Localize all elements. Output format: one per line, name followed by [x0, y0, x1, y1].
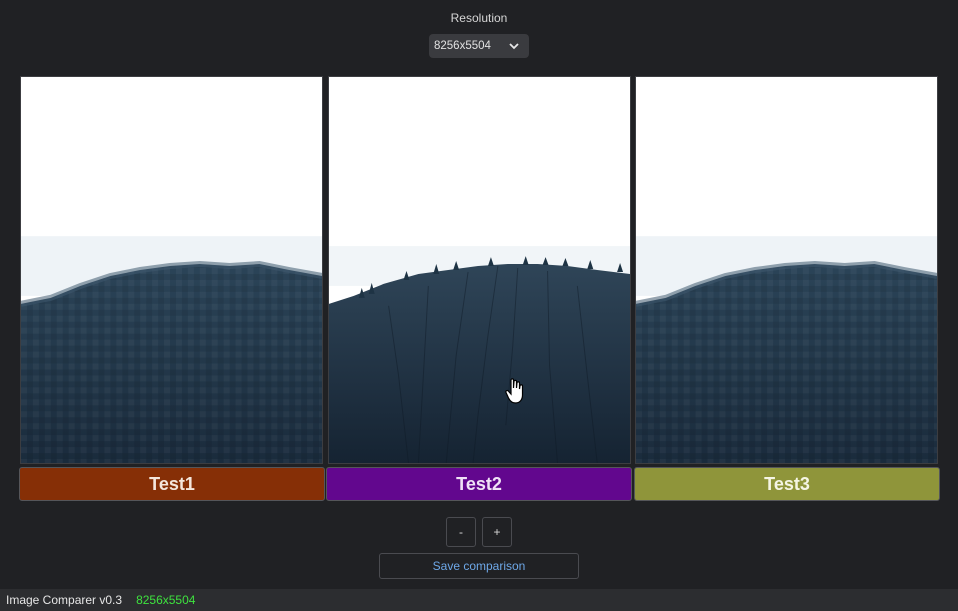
image-comparer-app: Resolution 8256x5504 Test1 Test2 Test3 -… [0, 0, 958, 611]
panel-label-test1[interactable]: Test1 [19, 467, 325, 501]
resolution-select-value: 8256x5504 [434, 40, 491, 52]
zoom-out-button[interactable]: - [446, 517, 476, 547]
mountain-image-pixelated [636, 77, 937, 463]
resolution-label: Resolution [450, 11, 508, 25]
image-panel-test1[interactable] [20, 76, 323, 464]
panel-label-test3[interactable]: Test3 [634, 467, 940, 501]
mountain-image-pixelated [21, 77, 322, 463]
resolution-select[interactable]: 8256x5504 [429, 34, 529, 58]
panel-label-test2[interactable]: Test2 [326, 467, 632, 501]
image-panel-test2[interactable] [328, 76, 631, 464]
status-resolution: 8256x5504 [136, 593, 196, 607]
save-comparison-button[interactable]: Save comparison [379, 553, 579, 579]
zoom-in-button[interactable]: + [482, 517, 512, 547]
status-bar: Image Comparer v0.3 8256x5504 [0, 589, 958, 611]
image-panel-test3[interactable] [635, 76, 938, 464]
chevron-down-icon [509, 43, 519, 50]
app-name: Image Comparer v0.3 [6, 593, 123, 607]
mountain-image-sharp [329, 77, 630, 463]
